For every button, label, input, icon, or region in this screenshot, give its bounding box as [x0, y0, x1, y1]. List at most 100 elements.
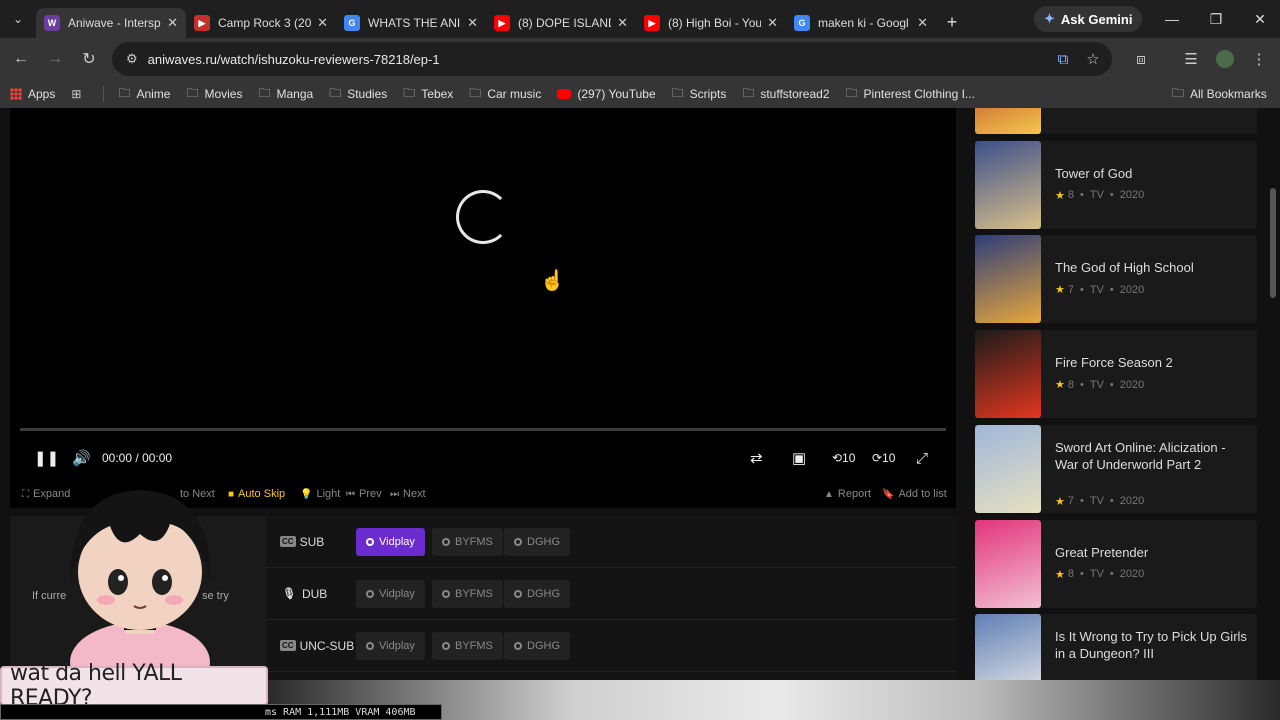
- reading-list-icon[interactable]: ☰: [1174, 42, 1208, 76]
- mic-icon: 🎙: [282, 588, 296, 600]
- profile-avatar[interactable]: [1208, 42, 1242, 76]
- server-button[interactable]: DGHG: [504, 631, 570, 660]
- server-button[interactable]: BYFMS: [432, 579, 503, 608]
- forward-button[interactable]: →: [38, 42, 72, 76]
- poster-thumbnail: [975, 519, 1041, 608]
- close-tab-icon[interactable]: ✕: [767, 15, 778, 31]
- pip-icon[interactable]: ▣: [792, 449, 806, 467]
- server-button[interactable]: Vidplay: [356, 579, 425, 608]
- forward-10-icon[interactable]: ⟳10: [872, 451, 895, 465]
- next-option[interactable]: ⏭ Next: [390, 488, 426, 500]
- play-circle-icon: [514, 537, 522, 546]
- related-card[interactable]: Fire Force Season 2 ★ 8 • TV • 2020: [975, 330, 1257, 419]
- site-info-icon[interactable]: ⚙: [126, 51, 138, 67]
- poster-thumbnail: [975, 424, 1041, 513]
- play-circle-icon: [366, 589, 374, 598]
- server-button[interactable]: BYFMS: [432, 527, 503, 556]
- bookmark-label: stuffstoread2: [760, 87, 830, 101]
- browser-tab[interactable]: Gmaken ki - Googl ✕: [786, 8, 936, 38]
- bookmark-item[interactable]: 🗀 Pinterest Clothing I...: [846, 84, 975, 105]
- close-tab-icon[interactable]: ✕: [917, 15, 928, 31]
- play-circle-icon: [442, 589, 450, 598]
- ask-gemini-button[interactable]: ✦ Ask Gemini: [1034, 6, 1143, 32]
- stats-overlay: ms RAM 1,111MB VRAM 406MB: [0, 704, 442, 720]
- bookmark-item[interactable]: 🗀 Scripts: [672, 84, 727, 105]
- tab-favicon-icon: ▶: [644, 15, 660, 31]
- report-option[interactable]: ▲ Report: [824, 488, 871, 500]
- scrollbar-thumb[interactable]: [1270, 188, 1276, 298]
- server-button[interactable]: BYFMS: [432, 631, 503, 660]
- install-app-icon[interactable]: ⧉: [1046, 42, 1080, 76]
- bookmark-star-icon[interactable]: ☆: [1076, 42, 1110, 76]
- folder-icon: 🗀: [1172, 85, 1185, 100]
- progress-bar[interactable]: [20, 428, 946, 431]
- star-icon: ★: [1055, 284, 1065, 297]
- close-tab-icon[interactable]: ✕: [167, 15, 178, 31]
- bookmark-item[interactable]: 🗀 Anime: [118, 84, 170, 105]
- bookmark-item[interactable]: 🗀 Car music: [469, 84, 541, 105]
- bookmark-item[interactable]: (297) YouTube: [557, 87, 656, 101]
- bookmark-item[interactable]: 🗀 Manga: [258, 84, 313, 105]
- add-to-list-option[interactable]: 🔖 Add to list: [882, 488, 947, 500]
- video-player[interactable]: ☝ ❚❚ 🔊 00:00 / 00:00 ⇄ ▣ ⟲10 ⟳10 ⤢: [10, 108, 956, 508]
- related-meta: ★7 • TV • 2020: [1055, 283, 1144, 297]
- bookmark-item[interactable]: Apps: [10, 87, 55, 101]
- scrollbar[interactable]: [1268, 108, 1280, 720]
- volume-icon[interactable]: 🔊: [72, 449, 91, 467]
- address-bar[interactable]: ⚙ aniwaves.ru/watch/ishuzoku-reviewers-7…: [112, 42, 1112, 76]
- close-tab-icon[interactable]: ✕: [617, 15, 628, 31]
- rating: 8: [1067, 568, 1074, 580]
- server-button[interactable]: Vidplay: [356, 527, 425, 556]
- server-button[interactable]: DGHG: [504, 579, 570, 608]
- related-card[interactable]: The God of High School ★ 7 • TV • 2020: [975, 235, 1257, 324]
- server-button[interactable]: Vidplay: [356, 631, 425, 660]
- light-option[interactable]: 💡 Light: [300, 488, 340, 500]
- prev-option[interactable]: ⏮ Prev: [346, 488, 382, 500]
- related-meta: ★ 8 • TV • 2020: [1055, 568, 1144, 581]
- folder-icon: 🗀: [118, 85, 131, 100]
- all-bookmarks[interactable]: 🗀 All Bookmarks: [1172, 84, 1267, 105]
- chrome-menu-icon[interactable]: ⋮: [1242, 42, 1276, 76]
- tab-title: (8) DOPE ISLAND: [518, 16, 612, 30]
- dot-separator: •: [1109, 495, 1114, 508]
- bookmark-item[interactable]: 🗀 Studies: [329, 84, 387, 105]
- loop-icon[interactable]: ⇄: [750, 449, 763, 467]
- cc-icon: CC: [280, 640, 296, 651]
- related-card[interactable]: Sword Art Online: Alicization - War of U…: [975, 424, 1257, 513]
- bookmark-label: Car music: [487, 87, 542, 101]
- bookmark-separator: [103, 86, 105, 102]
- back-button[interactable]: ←: [4, 42, 38, 76]
- server-type: CC SUB: [280, 535, 324, 549]
- tab-search-button[interactable]: ⌄: [0, 0, 36, 38]
- browser-tab[interactable]: G WHATS THE ANI ✕: [336, 8, 486, 38]
- bookmark-item[interactable]: 🗀 stuffstoread2: [742, 84, 829, 105]
- browser-tab[interactable]: ▶ (8) DOPE ISLAND ✕: [486, 8, 636, 38]
- related-card[interactable]: ★9•Movie•2020: [975, 108, 1257, 134]
- browser-tab[interactable]: ▶ (8) High Boi - You ✕: [636, 8, 786, 38]
- extensions-icon[interactable]: ⧈: [1124, 42, 1158, 76]
- new-tab-button[interactable]: +: [936, 7, 968, 37]
- close-tab-icon[interactable]: ✕: [317, 15, 328, 31]
- rewind-10-icon[interactable]: ⟲10: [832, 451, 855, 465]
- maximize-button[interactable]: ❐: [1194, 0, 1238, 38]
- poster-thumbnail: [975, 108, 1041, 134]
- related-card[interactable]: Great Pretender ★ 8 • TV • 2020: [975, 519, 1257, 608]
- bookmark-item[interactable]: 🗀 Movies: [186, 84, 242, 105]
- browser-tab[interactable]: ▶ Camp Rock 3 (20 ✕: [186, 8, 336, 38]
- rating: 8: [1067, 378, 1074, 391]
- browser-tab[interactable]: W Aniwave - Intersp ✕: [36, 8, 186, 38]
- close-window-button[interactable]: ✕: [1238, 0, 1280, 38]
- dot-separator: •: [1109, 378, 1114, 391]
- related-meta: ★ 8 • TV • 2020: [1055, 378, 1144, 392]
- minimize-button[interactable]: —: [1150, 0, 1194, 38]
- server-button[interactable]: DGHG: [504, 527, 570, 556]
- fullscreen-icon[interactable]: ⤢: [916, 450, 928, 467]
- loading-spinner-icon: [456, 190, 510, 244]
- tab-groups-icon[interactable]: ⊞: [71, 87, 87, 101]
- close-tab-icon[interactable]: ✕: [467, 15, 478, 31]
- related-card[interactable]: Tower of God ★ 8 • TV • 2020: [975, 140, 1257, 229]
- pause-icon[interactable]: ❚❚: [34, 449, 59, 467]
- bookmark-item[interactable]: 🗀 Tebex: [403, 84, 453, 105]
- reload-button[interactable]: ↻: [72, 42, 106, 76]
- browser-toolbar: ← → ↻ ⚙ aniwaves.ru/watch/ishuzoku-revie…: [0, 38, 1280, 80]
